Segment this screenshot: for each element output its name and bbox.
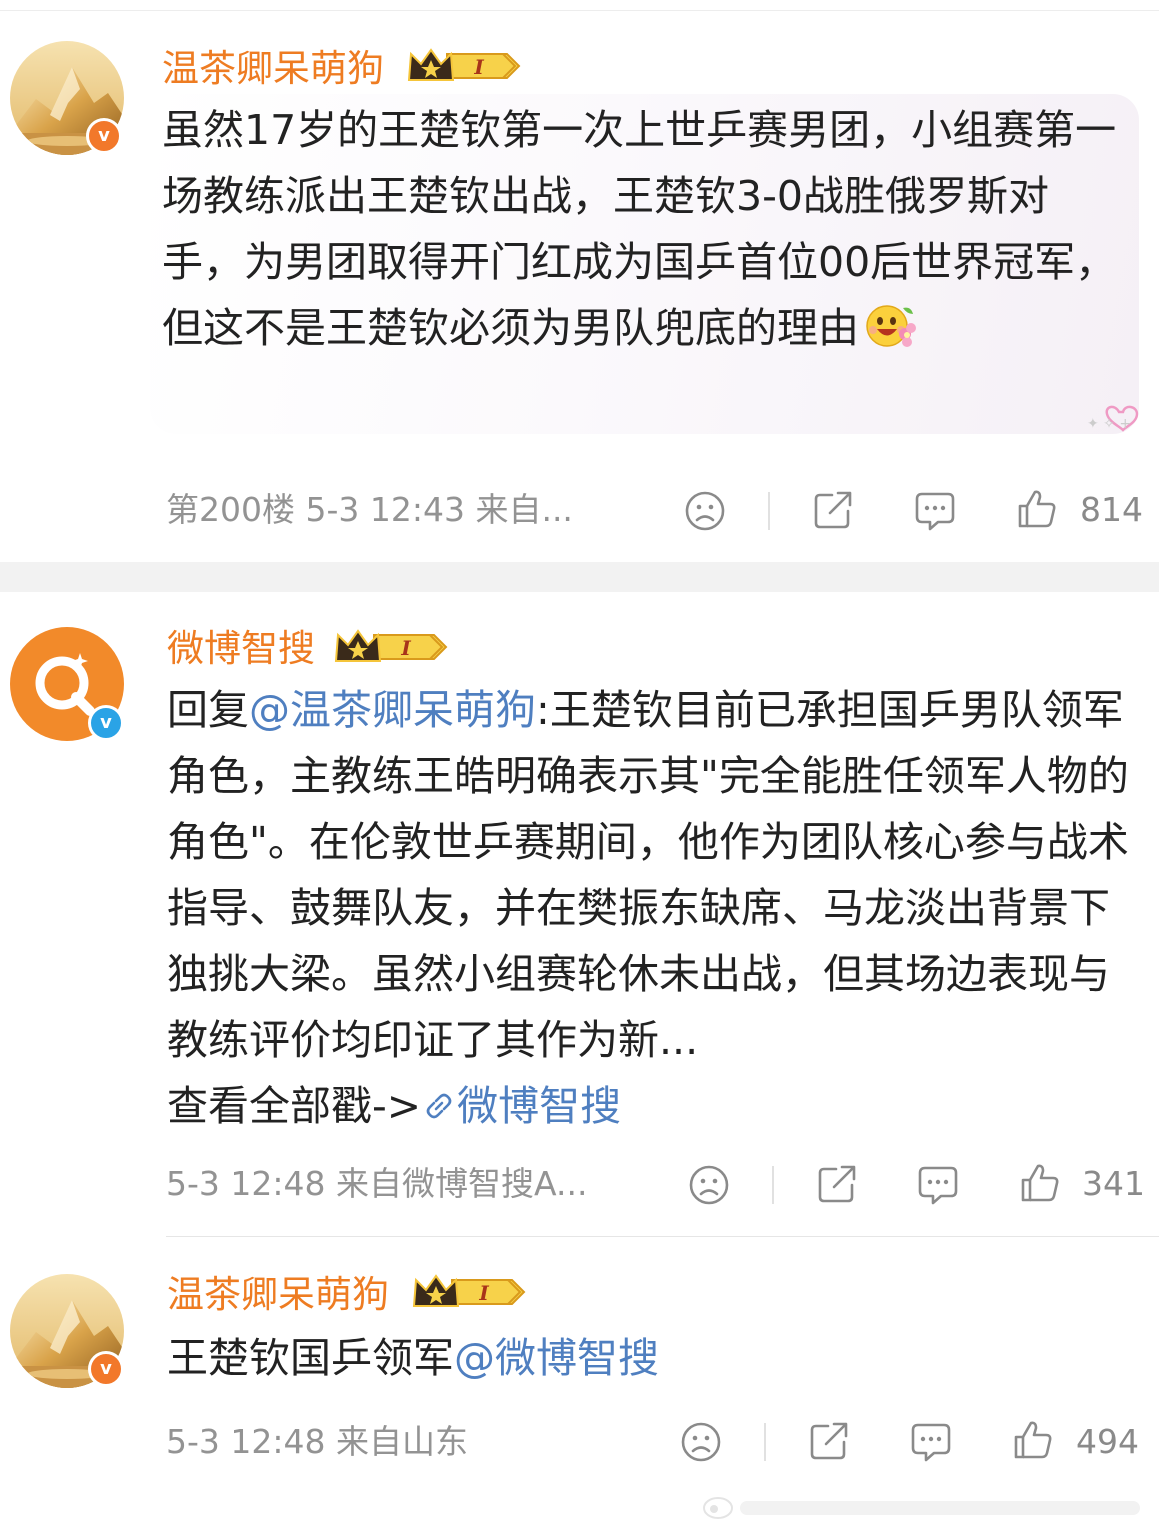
weibo-watermark bbox=[700, 1492, 1150, 1522]
svg-text:✦ ✧ +: ✦ ✧ + bbox=[1087, 416, 1131, 432]
username[interactable]: 微博智搜 bbox=[167, 627, 315, 671]
view-all-link-text[interactable]: 微博智搜 bbox=[457, 1082, 621, 1130]
comment-body: 虽然17岁的王楚钦第一次上世乒赛男团，小组赛第一场教练派出王楚钦出战，王楚钦3-… bbox=[162, 106, 1117, 352]
crown-level-badge: I bbox=[407, 46, 521, 86]
verified-badge: v bbox=[88, 1351, 124, 1387]
comment-bubble-icon bbox=[915, 492, 955, 531]
action-divider bbox=[764, 1423, 766, 1461]
username[interactable]: 温茶卿呆萌狗 bbox=[167, 1273, 389, 1317]
comment-body: 王楚钦国乒领军 bbox=[167, 1334, 454, 1382]
like-count: 341 bbox=[1082, 1164, 1145, 1203]
dislike-button[interactable] bbox=[684, 490, 726, 532]
dislike-button[interactable] bbox=[680, 1421, 722, 1463]
thumbs-up-icon bbox=[1021, 1164, 1059, 1202]
comment-button[interactable] bbox=[910, 1421, 952, 1463]
svg-text:I: I bbox=[473, 55, 484, 79]
comment-meta: 第200楼 5-3 12:43 来自... bbox=[166, 490, 573, 529]
comment-bubble-icon bbox=[918, 1166, 958, 1205]
comment-item: v 温茶卿呆萌狗 I ✦ ✧ + 虽然17岁的王楚钦第一次上世乒赛男团，小组赛第… bbox=[0, 0, 1159, 562]
like-count: 494 bbox=[1076, 1422, 1139, 1461]
share-button[interactable] bbox=[808, 1420, 850, 1462]
comment-meta: 5-3 12:48 来自微博智搜A... bbox=[166, 1164, 588, 1203]
svg-text:I: I bbox=[478, 1281, 489, 1305]
reply-prefix: 回复 bbox=[167, 686, 249, 734]
crown-level-badge: I bbox=[334, 627, 448, 667]
view-all-link[interactable]: 微博智搜 bbox=[421, 1082, 621, 1130]
thumbs-up-icon bbox=[1018, 490, 1056, 528]
frown-face-icon bbox=[685, 491, 725, 531]
mention-link[interactable]: @温茶卿呆萌狗 bbox=[249, 686, 536, 734]
share-icon bbox=[818, 1165, 856, 1203]
share-button[interactable] bbox=[816, 1163, 858, 1205]
crown-level-badge: I bbox=[412, 1272, 526, 1312]
verified-badge: v bbox=[88, 705, 124, 741]
thumbs-up-icon bbox=[1014, 1421, 1052, 1459]
reply-body: :王楚钦目前已承担国乒男队领军角色，主教练王皓明确表示其"完全能胜任领军人物的角… bbox=[167, 686, 1129, 1064]
verified-badge: v bbox=[86, 118, 122, 154]
link-icon bbox=[426, 1093, 452, 1119]
view-all-label: 查看全部戳-> bbox=[167, 1082, 422, 1130]
comment-item: v 微博智搜 I 回复@温茶卿呆萌狗:王楚钦目前已承担国乒男队领军角色，主教练王… bbox=[0, 592, 1159, 1236]
mention-link[interactable]: @微博智搜 bbox=[454, 1334, 659, 1382]
username[interactable]: 温茶卿呆萌狗 bbox=[162, 47, 384, 91]
comment-button[interactable] bbox=[914, 490, 956, 532]
action-divider bbox=[772, 1166, 774, 1204]
frown-face-icon bbox=[681, 1422, 721, 1462]
share-button[interactable] bbox=[812, 489, 854, 531]
flower-emoji-icon bbox=[863, 302, 917, 369]
share-icon bbox=[814, 491, 852, 529]
comment-text: 虽然17岁的王楚钦第一次上世乒赛男团，小组赛第一场教练派出王楚钦出战，王楚钦3-… bbox=[162, 97, 1117, 369]
frown-face-icon bbox=[689, 1165, 729, 1205]
like-count: 814 bbox=[1080, 490, 1143, 529]
section-separator bbox=[0, 562, 1159, 592]
comment-button[interactable] bbox=[917, 1164, 959, 1206]
comment-text: 王楚钦国乒领军@微博智搜 bbox=[167, 1325, 1142, 1391]
comment-text: 回复@温茶卿呆萌狗:王楚钦目前已承担国乒男队领军角色，主教练王皓明确表示其"完全… bbox=[167, 677, 1142, 1139]
comment-meta: 5-3 12:48 来自山东 bbox=[166, 1422, 468, 1461]
like-button[interactable] bbox=[1016, 488, 1058, 530]
like-button[interactable] bbox=[1019, 1162, 1061, 1204]
dislike-button[interactable] bbox=[688, 1164, 730, 1206]
action-divider bbox=[768, 492, 770, 530]
like-button[interactable] bbox=[1012, 1419, 1054, 1461]
share-icon bbox=[810, 1422, 848, 1460]
svg-text:I: I bbox=[400, 636, 411, 660]
comment-bubble-icon bbox=[911, 1423, 951, 1462]
